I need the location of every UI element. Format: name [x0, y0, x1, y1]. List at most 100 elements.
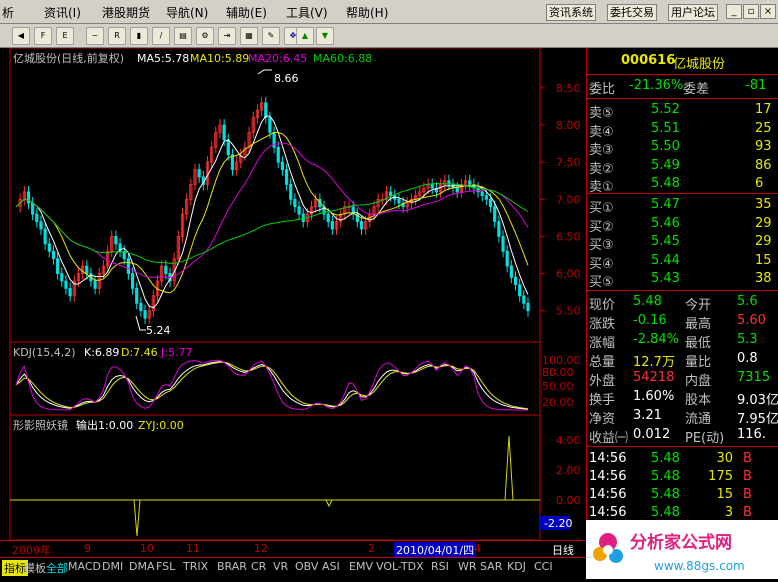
buy-row[interactable]: 买② 5.46 29 [587, 215, 778, 235]
indicator-tab[interactable]: VR [273, 560, 288, 573]
indicator-tab[interactable]: FSL [156, 560, 175, 573]
buy-volume: 35 [755, 197, 772, 212]
buy-price: 5.44 [651, 252, 680, 268]
indicator-tick-label: 0.00 [556, 494, 581, 507]
period-label[interactable]: 日线 [552, 542, 574, 558]
time-axis: 2009年 9 10 11 12 2 2010/04/01/四 4 日线 [0, 540, 586, 558]
trade-button[interactable]: 委托交易 [607, 4, 657, 21]
site-logo: 分析家公式网 www.88gs.com [586, 520, 778, 579]
indicator-tab[interactable]: TRIX [183, 560, 208, 573]
indicator-tab[interactable]: WR [458, 560, 477, 573]
indicator-tab[interactable]: 模板 [24, 560, 46, 576]
ma20-label: MA20:6.45 [248, 52, 307, 65]
stat-value: 1.60% [633, 389, 675, 404]
stat-label: 现价 [589, 298, 616, 313]
menu-tools[interactable]: 工具(V) [286, 4, 328, 21]
arrow-down-icon[interactable]: ▼ [316, 27, 334, 45]
indicator-tab[interactable]: 全部 [46, 560, 68, 576]
buy-row[interactable]: 买⑤ 5.43 38 [587, 270, 778, 290]
candle-body [301, 213, 305, 222]
indicator-tab[interactable]: MACD [68, 560, 101, 573]
sell-label: 卖② [589, 161, 614, 177]
export-icon[interactable]: ⇥ [218, 27, 236, 45]
sell-volume: 25 [755, 120, 772, 136]
indicator-tab[interactable]: BRAR [217, 560, 247, 573]
indicator-tab[interactable]: KDJ [507, 560, 526, 573]
arrow-up-icon[interactable]: ▲ [296, 27, 314, 45]
sell-row[interactable]: 卖② 5.49 86 [587, 157, 778, 177]
info-system-button[interactable]: 资讯系统 [546, 4, 596, 21]
stat-row: 外盘 54218 内盘 7315 [587, 369, 778, 389]
etf-icon[interactable]: E [56, 27, 74, 45]
stat-row: 净资 3.21 流通 7.95亿 [587, 407, 778, 427]
buy-price: 5.45 [651, 234, 680, 249]
sell-label: 卖⑤ [589, 106, 614, 121]
stat-label: 股本 [685, 393, 712, 408]
menu-analysis[interactable]: 析 [2, 4, 14, 21]
indicator-tab[interactable]: ASI [322, 560, 340, 573]
candle-body [56, 258, 60, 274]
sell-row[interactable]: 卖⑤ 5.52 17 [587, 101, 778, 121]
toolbar: ◀ F E ~ R ▮ / ▤ ⚙ ⇥ ▦ ✎ ✥ ▲ ▼ [0, 24, 778, 48]
line-chart-icon[interactable]: / [152, 27, 170, 45]
indicator-tab[interactable]: CCI [534, 560, 553, 573]
menu-navigate[interactable]: 导航(N) [166, 4, 208, 21]
candle-body [135, 288, 139, 304]
time-label: 9 [84, 542, 91, 555]
tick-direction: B [743, 469, 752, 484]
restore-icon[interactable]: ▫ [743, 4, 759, 19]
menu-help[interactable]: 帮助(H) [346, 4, 388, 21]
rsi-icon[interactable]: R [108, 27, 126, 45]
minimize-icon[interactable]: _ [726, 4, 742, 19]
indicator-tab[interactable]: OBV [295, 560, 318, 573]
stat-value: 7315 [737, 370, 771, 385]
sell-price: 5.52 [651, 102, 680, 117]
kdj-k-label: K:6.89 [84, 346, 119, 359]
stat-row: 收益㈠ 0.012 PE(动) 116. [587, 426, 778, 446]
indicator-tab[interactable]: CR [251, 560, 266, 573]
indicator-tab[interactable]: SAR [480, 560, 502, 573]
indicator-tab[interactable]: RSI [431, 560, 449, 573]
wave-icon[interactable]: ~ [86, 27, 104, 45]
stat-value: 116. [737, 427, 766, 442]
sell-label: 卖④ [589, 124, 614, 140]
back-icon[interactable]: ◀ [12, 27, 30, 45]
tick-time: 14:56 [589, 505, 627, 520]
buy-row[interactable]: 买① 5.47 35 [587, 196, 778, 216]
menu-assist[interactable]: 辅助(E) [226, 4, 267, 21]
sell-row[interactable]: 卖④ 5.51 25 [587, 120, 778, 140]
grid-icon[interactable]: ▦ [240, 27, 258, 45]
indicator-tab[interactable]: DMA [129, 560, 155, 573]
stat-value: -2.84% [633, 332, 679, 347]
ma10-line [15, 131, 529, 294]
stock-header: 000616 亿城股份 [587, 52, 778, 72]
buy-row[interactable]: 买④ 5.44 15 [587, 252, 778, 272]
indicator-tab[interactable]: EMV [349, 560, 373, 573]
candle-body [35, 213, 39, 222]
buy-label: 买④ [589, 256, 614, 272]
indicator-tabs: 指标 模板 全部 MACD DMI DMA FSL TRIX BRAR CR VR OBV ASI EMV… [0, 557, 586, 579]
stat-value: -0.16 [633, 313, 667, 328]
indicator-tab[interactable]: VOL-TDX [376, 560, 424, 573]
buy-row[interactable]: 买③ 5.45 29 [587, 233, 778, 253]
menu-hk-futures[interactable]: 港股期货 [102, 4, 150, 21]
menu-info[interactable]: 资讯(I) [44, 4, 81, 21]
sell-row[interactable]: 卖① 5.48 6 [587, 175, 778, 195]
indicator-spike-down [133, 499, 141, 537]
stat-label: 外盘 [589, 374, 616, 389]
sell-volume: 93 [755, 139, 772, 154]
tools-icon[interactable]: ⚙ [196, 27, 214, 45]
sell-row[interactable]: 卖③ 5.50 93 [587, 138, 778, 158]
close-icon[interactable]: × [760, 4, 776, 19]
table-icon[interactable]: ▤ [174, 27, 192, 45]
candle-body [518, 284, 522, 297]
f10-icon[interactable]: F [34, 27, 52, 45]
indicator-current-value: -2.20 [544, 517, 572, 530]
bar-chart-icon[interactable]: ▮ [130, 27, 148, 45]
tick-row: 14:56 5.48 15 B [587, 486, 778, 505]
ma60-line [15, 183, 529, 264]
indicator-tab[interactable]: DMI [102, 560, 123, 573]
forum-button[interactable]: 用户论坛 [668, 4, 718, 21]
chart-area[interactable]: 亿城股份(日线,前复权) MA5:5.78 MA10:5.89 MA20:6.4… [0, 47, 586, 541]
pen-icon[interactable]: ✎ [262, 27, 280, 45]
